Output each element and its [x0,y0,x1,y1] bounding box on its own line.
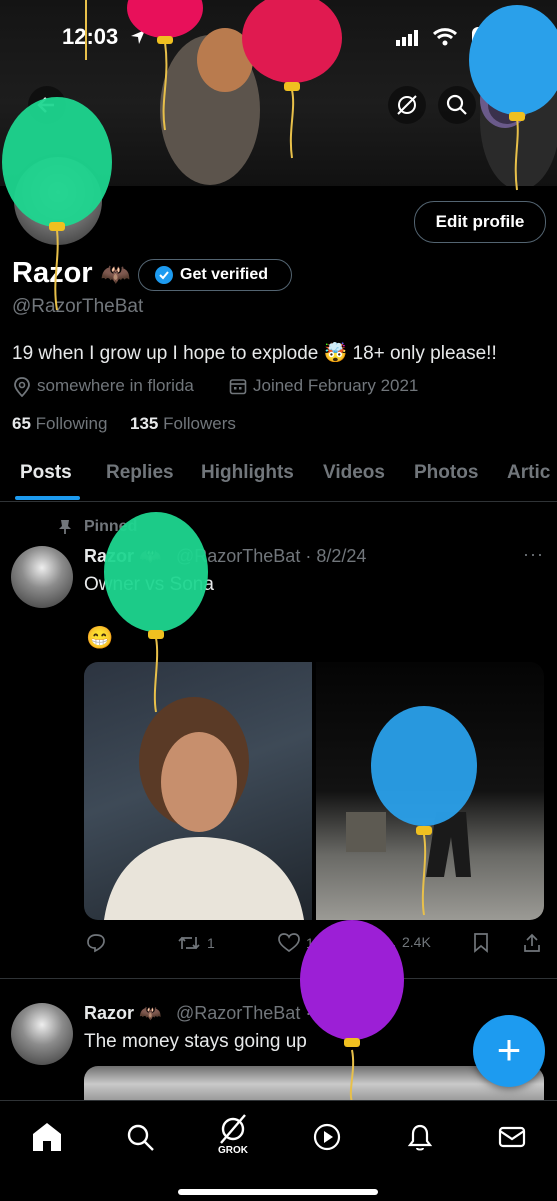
compose-button[interactable]: + [473,1015,545,1087]
tabs-divider [0,501,557,502]
views-button[interactable]: 2.4K [378,933,431,951]
location-arrow-icon [131,30,145,44]
grok-label: GROK [218,1145,248,1156]
get-verified-label: Get verified [180,266,269,283]
verified-badge-icon [155,266,173,284]
nav-video[interactable] [307,1117,347,1157]
tab-posts[interactable]: Posts [20,462,72,484]
post-photo-owner[interactable] [84,662,312,920]
post-author-name: Razor [84,1003,135,1023]
post-author[interactable]: Razor 🦇 [84,546,161,567]
tab-articles[interactable]: Artic [507,462,550,484]
bookmark-icon [474,933,488,953]
search-icon [446,94,467,115]
bat-emoji: 🦇 [100,261,131,288]
bell-icon [407,1124,433,1151]
post-handle-date: @RazorTheBat · 1d [176,1003,337,1023]
post-more-button[interactable]: ··· [523,544,544,565]
nav-notifications[interactable] [400,1117,440,1157]
display-name-text: Razor [12,257,93,289]
post-author-emoji: 🦇 [139,1003,162,1023]
post-text: The money stays going up [84,1031,307,1052]
followers-label: Followers [163,414,236,433]
mail-icon [498,1126,526,1148]
signal-icon [396,30,418,46]
share-icon [524,933,540,952]
post-author-name: Razor [84,546,135,566]
post-divider [0,978,557,979]
arrow-left-icon [37,97,54,113]
reply-button[interactable] [86,933,106,953]
followers-link[interactable]: 135 Followers [130,414,236,434]
tab-replies[interactable]: Replies [106,462,174,484]
profile-avatar[interactable] [11,154,105,248]
nav-messages[interactable] [492,1117,532,1157]
following-link[interactable]: 65 Following [12,414,107,434]
back-button[interactable] [28,86,66,124]
bookmark-button[interactable] [473,933,489,953]
post-avatar[interactable] [11,1003,73,1065]
get-verified-button[interactable]: Get verified [138,259,292,291]
search-button[interactable] [438,86,476,124]
heart-icon [278,933,300,953]
following-count: 65 [12,414,31,433]
share-button[interactable] [523,933,541,953]
post-emoji-line: 😁 [86,625,114,650]
post-avatar[interactable] [11,546,73,608]
more-options-button[interactable] [488,86,526,124]
nav-grok[interactable]: GROK [213,1111,253,1165]
like-count: 11 [306,935,321,951]
home-indicator [178,1189,378,1195]
tab-videos[interactable]: Videos [323,462,385,484]
reply-icon [87,934,105,953]
search-icon [127,1124,154,1151]
profile-joined: Joined February 2021 [253,376,419,395]
wifi-icon [432,28,458,46]
profile-location: somewhere in florida [37,376,194,395]
play-circle-icon [313,1123,341,1151]
pin-icon [59,520,71,534]
nav-search[interactable] [120,1117,160,1157]
calendar-icon [229,379,247,395]
active-tab-indicator [15,496,80,500]
views-count: 2.4K [402,934,431,950]
profile-bio: 19 when I grow up I hope to explode 🤯 18… [12,343,497,364]
status-bar: 12:03 92 [0,0,557,70]
following-label: Following [35,414,108,433]
location-pin-icon [14,377,30,397]
post-author-emoji: 🦇 [139,546,162,566]
repost-icon [178,936,200,950]
like-button[interactable]: 11 [278,933,321,953]
pinned-label: Pinned [84,518,138,535]
grok-button[interactable] [388,86,426,124]
repost-count: 1 [207,935,215,951]
tab-highlights[interactable]: Highlights [201,462,294,484]
repost-button[interactable]: 1 [177,933,215,953]
more-icon [498,103,516,107]
post-handle-date: @RazorTheBat · 8/2/24 [176,546,367,566]
views-icon [379,937,395,950]
post-photo-sona[interactable] [316,662,544,920]
photo-sona-content [346,812,471,877]
nav-home[interactable] [27,1117,67,1157]
status-time: 12:03 [62,24,119,49]
followers-count: 135 [130,414,159,433]
photo-owner-content [104,697,304,920]
post-text: Owner vs Sona [84,574,214,595]
profile-handle: @RazorTheBat [12,296,144,317]
bottom-nav: GROK [0,1100,557,1201]
battery-indicator: 92 [472,27,512,48]
home-icon [33,1123,61,1151]
edit-profile-button[interactable]: Edit profile [414,201,546,243]
tab-photos[interactable]: Photos [414,462,478,484]
display-name: Razor 🦇 [12,257,131,290]
post-author[interactable]: Razor 🦇 [84,1003,161,1024]
grok-icon [220,1114,246,1144]
grok-icon [397,95,417,115]
